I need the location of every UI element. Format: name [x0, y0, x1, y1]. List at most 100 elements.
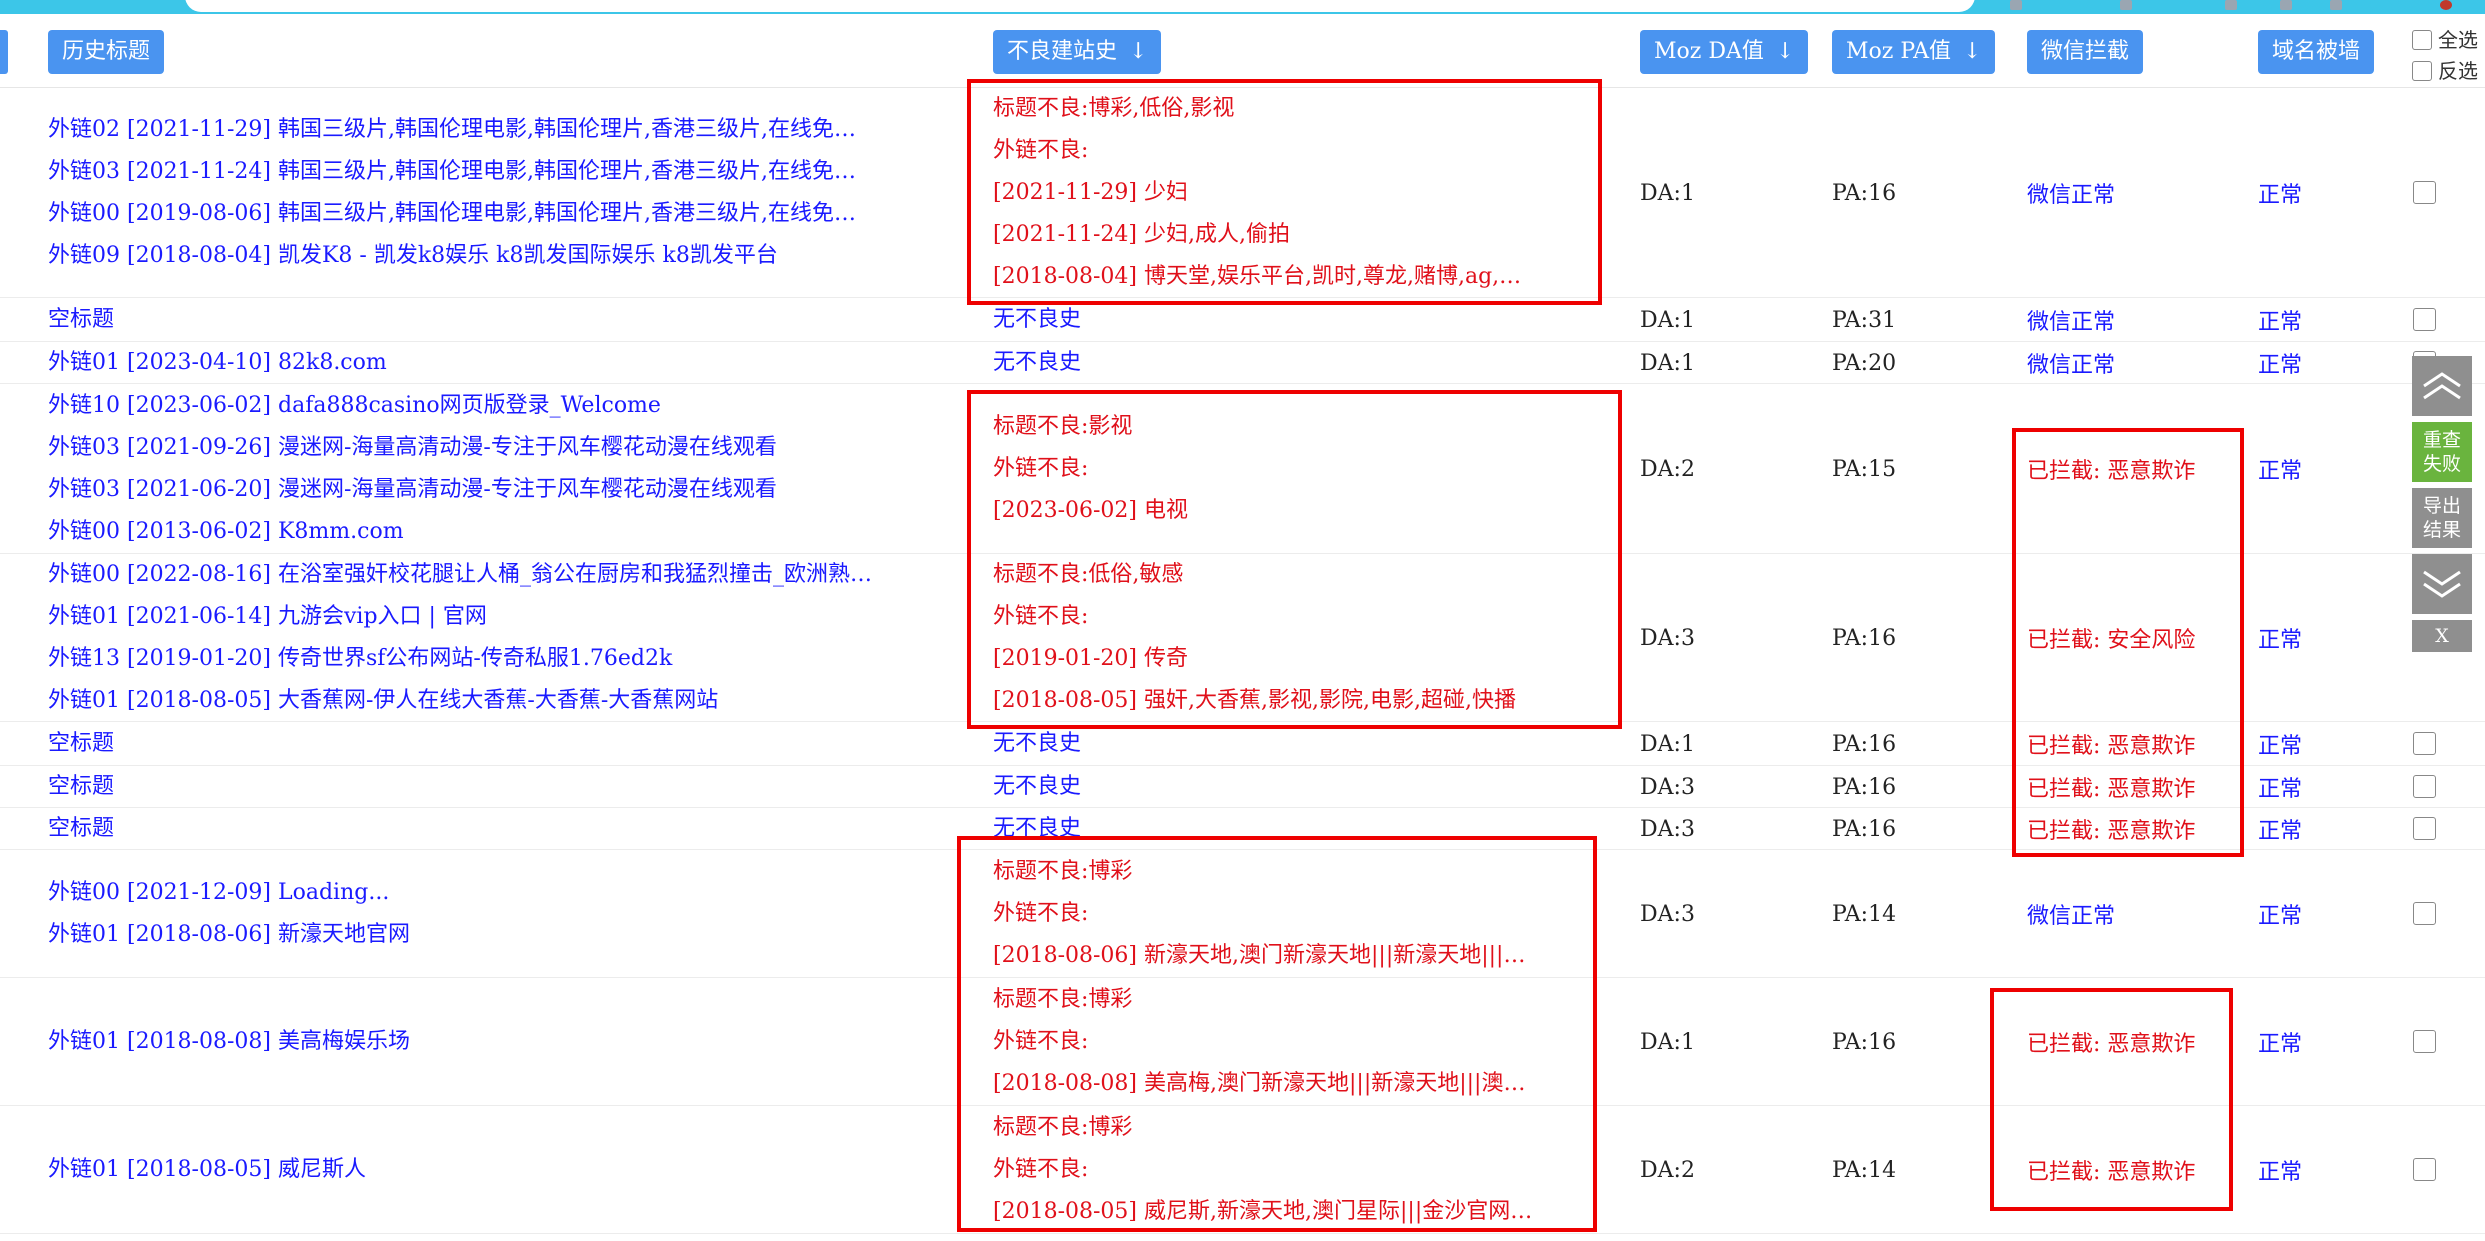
select-all-control[interactable]: 全选: [2412, 24, 2478, 53]
history-titles-line[interactable]: 外链03 [2021-09-26] 漫迷网-海量高清动漫-专注于风车樱花动漫在线…: [48, 427, 938, 469]
table-row: 外链00 [2021-12-09] Loading... 外链01 [2018-0…: [0, 850, 2485, 978]
domain-status: 正常: [2258, 978, 2302, 1106]
history-titles-line[interactable]: 外链00 [2019-08-06] 韩国三级片,韩国伦理电影,韩国伦理片,香港三…: [48, 193, 938, 235]
wechat-status: 已拦截: 安全风险: [2027, 554, 2195, 722]
row-checkbox[interactable]: [2413, 817, 2436, 840]
history-titles-line[interactable]: 外链02 [2021-11-29] 韩国三级片,韩国伦理电影,韩国伦理片,香港三…: [48, 109, 938, 151]
bad-history: 标题不良:博彩 外链不良: [2018-08-05] 威尼斯,新濠天地,澳门星际||…: [993, 1106, 1593, 1234]
bad-history-line: 标题不良:博彩: [993, 859, 1133, 884]
header-button-stub[interactable]: [0, 30, 8, 74]
moz-pa-sort-button[interactable]: Moz PA值 ↓: [1832, 30, 1996, 74]
domain-status-text: 正常: [2258, 310, 2303, 335]
moz-da-value-text: DA:1: [1640, 350, 1695, 376]
extension-icon[interactable]: [2225, 0, 2237, 10]
extension-icon[interactable]: [2330, 0, 2342, 10]
extension-icon[interactable]: [2120, 0, 2132, 10]
row-checkbox[interactable]: [2413, 1158, 2436, 1181]
history-titles-line[interactable]: 空标题: [48, 299, 938, 341]
moz-pa-value: PA:16: [1832, 554, 1896, 722]
moz-da-value: DA:1: [1640, 978, 1695, 1106]
history-titles-line[interactable]: 外链00 [2021-12-09] Loading...: [48, 872, 938, 914]
recheck-failed-button[interactable]: 重查失败: [2412, 422, 2472, 482]
floating-side-panel: 重查失败 导出结果 X: [2412, 356, 2472, 652]
wechat-status-text: 已拦截: 恶意欺诈: [2027, 734, 2196, 759]
domain-status-text: 正常: [2258, 353, 2303, 378]
history-title-button[interactable]: 历史标题: [48, 30, 165, 74]
bad-history-line: 外链不良:: [993, 456, 1089, 481]
table-row: 空标题 无不良史 DA:1 PA:31 微信正常 正常: [0, 298, 2485, 342]
domain-status-text: 正常: [2258, 1160, 2303, 1185]
export-results-label: 导出结果: [2422, 495, 2461, 541]
domain-status-text: 正常: [2258, 734, 2303, 759]
history-titles-line[interactable]: 外链00 [2013-06-02] K8mm.com: [48, 511, 938, 553]
wechat-status: 微信正常: [2027, 88, 2115, 298]
history-titles-line[interactable]: 空标题: [48, 723, 938, 765]
history-titles: 空标题: [48, 298, 938, 342]
moz-pa-value: PA:16: [1832, 808, 1896, 850]
wechat-block-label: 微信拦截: [2041, 39, 2130, 64]
scroll-bottom-button[interactable]: [2412, 554, 2472, 614]
history-titles-line[interactable]: 外链13 [2019-01-20] 传奇世界sf公布网站-传奇私服1.76ed2…: [48, 638, 938, 680]
bad-history-line: 无不良史: [993, 816, 1082, 841]
history-titles: 外链00 [2021-12-09] Loading... 外链01 [2018-0…: [48, 850, 938, 978]
row-checkbox[interactable]: [2413, 902, 2436, 925]
row-checkbox[interactable]: [2413, 308, 2436, 331]
export-results-button[interactable]: 导出结果: [2412, 488, 2472, 548]
moz-da-value: DA:3: [1640, 766, 1695, 808]
domain-wall-button[interactable]: 域名被墙: [2258, 30, 2375, 74]
invert-select-label: 反选: [2438, 59, 2478, 83]
select-all-checkbox[interactable]: [2412, 30, 2432, 50]
bad-history-line: [2023-06-02] 电视: [993, 498, 1189, 523]
domain-status: 正常: [2258, 342, 2302, 384]
row-checkbox[interactable]: [2413, 775, 2436, 798]
domain-status: 正常: [2258, 554, 2302, 722]
history-titles-line[interactable]: 外链10 [2023-06-02] dafa888casino网页版登录_Wel…: [48, 385, 938, 427]
history-titles: 外链01 [2018-08-08] 美高梅娱乐场: [48, 978, 938, 1106]
invert-select-checkbox[interactable]: [2412, 61, 2432, 81]
wechat-status-text: 微信正常: [2027, 183, 2116, 208]
history-titles-line[interactable]: 外链01 [2021-06-14] 九游会vip入口 | 官网: [48, 596, 938, 638]
history-titles: 外链10 [2023-06-02] dafa888casino网页版登录_Wel…: [48, 384, 938, 554]
row-checkbox[interactable]: [2413, 732, 2436, 755]
history-titles: 空标题: [48, 808, 938, 850]
extension-icon[interactable]: [2280, 0, 2292, 10]
address-bar[interactable]: [185, 0, 1975, 12]
close-panel-button[interactable]: X: [2412, 620, 2472, 652]
invert-select-control[interactable]: 反选: [2412, 55, 2478, 84]
extension-icon[interactable]: [2010, 0, 2022, 10]
bad-history-line: 无不良史: [993, 731, 1082, 756]
bad-history-sort-button[interactable]: 不良建站史 ↓: [993, 30, 1162, 74]
history-titles-line[interactable]: 外链03 [2021-06-20] 漫迷网-海量高清动漫-专注于风车樱花动漫在线…: [48, 469, 938, 511]
moz-da-sort-button[interactable]: Moz DA值 ↓: [1640, 30, 1809, 74]
history-titles-line[interactable]: 空标题: [48, 808, 938, 850]
domain-wall-label: 域名被墙: [2272, 39, 2361, 64]
history-titles-line[interactable]: 外链03 [2021-11-24] 韩国三级片,韩国伦理电影,韩国伦理片,香港三…: [48, 151, 938, 193]
history-titles-line[interactable]: 外链01 [2018-08-05] 威尼斯人: [48, 1149, 938, 1191]
moz-da-value-text: DA:2: [1640, 456, 1695, 482]
bad-history-line: 无不良史: [993, 350, 1082, 375]
history-titles-line[interactable]: 外链09 [2018-08-04] 凯发K8 - 凯发k8娱乐 k8凯发国际娱乐…: [48, 235, 938, 277]
row-checkbox[interactable]: [2413, 181, 2436, 204]
bad-history-line: 外链不良:: [993, 901, 1089, 926]
history-titles-line[interactable]: 外链01 [2018-08-06] 新濠天地官网: [48, 914, 938, 956]
moz-da-value: DA:1: [1640, 88, 1695, 298]
history-titles-line[interactable]: 外链01 [2018-08-08] 美高梅娱乐场: [48, 1021, 938, 1063]
double-chevron-up-icon: [2423, 372, 2461, 400]
domain-status-text: 正常: [2258, 628, 2303, 653]
moz-pa-value: PA:14: [1832, 850, 1896, 978]
history-titles-line[interactable]: 外链01 [2023-04-10] 82k8.com: [48, 342, 938, 384]
bad-history-label: 不良建站史: [1007, 39, 1118, 64]
history-titles-line[interactable]: 外链00 [2022-08-16] 在浴室强奸校花腿让人桶_翁公在厨房和我猛烈撞…: [48, 554, 938, 596]
table-header: 历史标题 不良建站史 ↓ Moz DA值 ↓ Moz PA值 ↓ 微信拦截 域名被墙 …: [0, 14, 2485, 88]
scroll-top-button[interactable]: [2412, 356, 2472, 416]
wechat-status: 微信正常: [2027, 342, 2115, 384]
wechat-status-text: 已拦截: 恶意欺诈: [2027, 777, 2196, 802]
moz-da-value-text: DA:3: [1640, 901, 1695, 927]
wechat-block-button[interactable]: 微信拦截: [2027, 30, 2144, 74]
history-titles-line[interactable]: 外链01 [2018-08-05] 大香蕉网-伊人在线大香蕉-大香蕉-大香蕉网站: [48, 680, 938, 722]
bad-history-line: 无不良史: [993, 307, 1082, 332]
history-title-label: 历史标题: [62, 39, 151, 64]
profile-icon[interactable]: [2440, 0, 2452, 10]
row-checkbox[interactable]: [2413, 1030, 2436, 1053]
history-titles-line[interactable]: 空标题: [48, 766, 938, 808]
